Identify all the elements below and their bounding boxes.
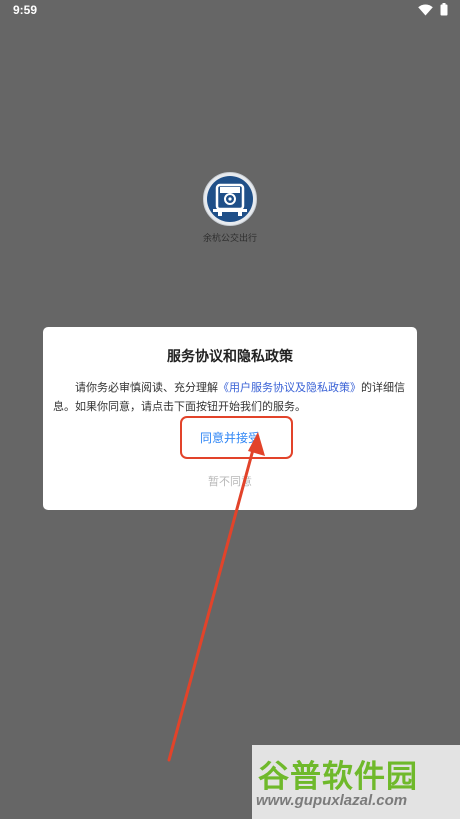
status-time: 9:59 [13,3,38,17]
status-bar: 9:59 [0,0,460,24]
wifi-icon [418,4,433,16]
battery-icon [440,3,448,16]
dialog-body: 请你务必审慎阅读、充分理解《用户服务协议及隐私政策》的详细信息。如果你同意，请点… [53,378,409,416]
app-name: 余杭公交出行 [202,234,257,244]
disagree-button[interactable]: 暂不同意 [43,473,417,489]
status-icons [418,3,448,16]
privacy-dialog: 服务协议和隐私政策 请你务必审慎阅读、充分理解《用户服务协议及隐私政策》的详细信… [43,327,417,510]
watermark: 谷普软件园 www.gupuxlazal.com [252,745,460,819]
agree-button[interactable]: 同意并接受 [43,429,417,446]
dialog-body-prefix: 请你务必审慎阅读、充分理解 [75,381,218,394]
watermark-url: www.gupuxlazal.com [256,792,408,809]
bus-logo-icon [203,172,257,226]
watermark-text: 谷普软件园 [258,759,418,795]
dialog-title: 服务协议和隐私政策 [167,349,293,365]
policy-link[interactable]: 《用户服务协议及隐私政策》 [218,381,361,394]
